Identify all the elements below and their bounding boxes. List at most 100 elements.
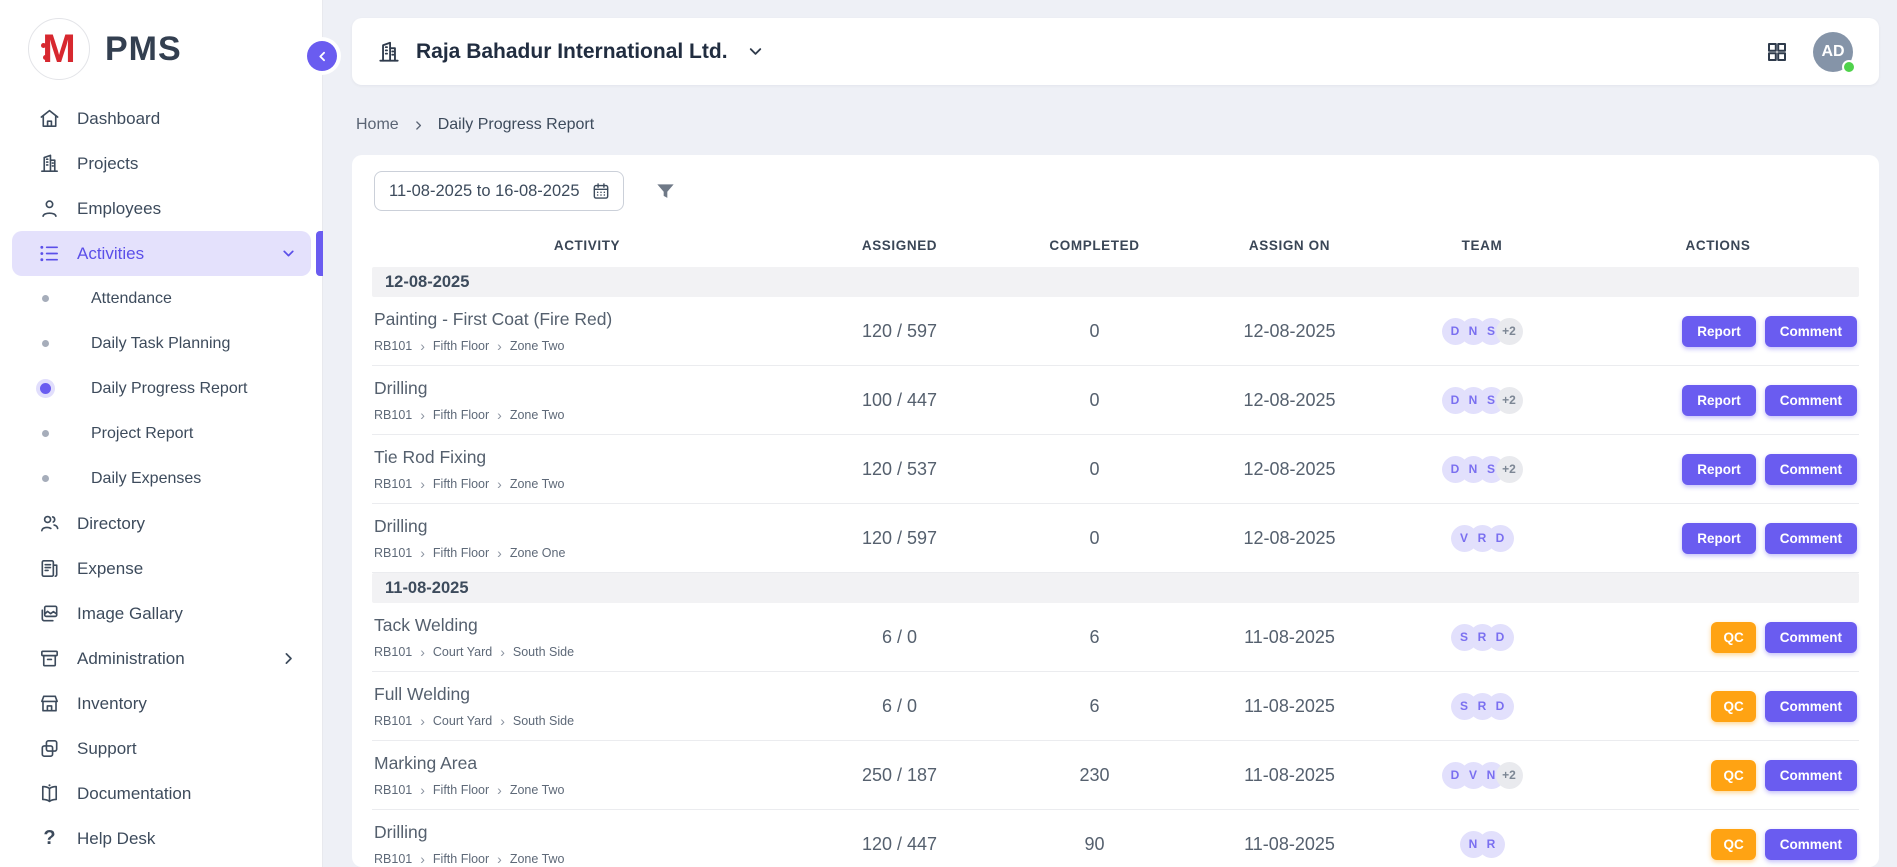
archive-icon <box>38 647 61 670</box>
user-avatar[interactable]: AD <box>1813 32 1853 72</box>
bullet-icon <box>42 475 49 482</box>
assigned-value: 120 / 537 <box>802 459 997 480</box>
activity-location: RB101›Court Yard›South Side <box>374 645 802 659</box>
location-segment: RB101 <box>374 546 412 560</box>
table-body: 12-08-2025 Painting - First Coat (Fire R… <box>372 267 1859 867</box>
assign-on-date: 11-08-2025 <box>1192 627 1387 648</box>
assign-on-date: 12-08-2025 <box>1192 390 1387 411</box>
comment-button[interactable]: Comment <box>1765 316 1857 347</box>
qc-button[interactable]: QC <box>1711 691 1755 722</box>
chevron-right-icon: › <box>420 716 425 726</box>
completed-value: 6 <box>997 627 1192 648</box>
report-button[interactable]: Report <box>1682 454 1756 485</box>
comment-button[interactable]: Comment <box>1765 829 1857 860</box>
content-card: 11-08-2025 to 16-08-2025 ACTIVITYASSIGNE… <box>352 155 1879 867</box>
team-member-avatar: D <box>1487 624 1514 651</box>
main-area: Raja Bahadur International Ltd. AD Home … <box>323 0 1897 867</box>
filter-funnel-icon[interactable] <box>654 180 677 203</box>
row-actions: Report Comment <box>1577 385 1859 416</box>
team-avatars: DNS+2 <box>1387 318 1577 345</box>
company-selector[interactable]: Raja Bahadur International Ltd. <box>376 39 765 65</box>
receipt-icon <box>38 557 61 580</box>
assigned-value: 6 / 0 <box>802 627 997 648</box>
comment-button[interactable]: Comment <box>1765 760 1857 791</box>
qc-button[interactable]: QC <box>1711 829 1755 860</box>
activity-title: Drilling <box>374 378 802 399</box>
qc-button[interactable]: QC <box>1711 760 1755 791</box>
sidebar-item-help-desk[interactable]: ?Help Desk <box>12 816 311 861</box>
report-button[interactable]: Report <box>1682 316 1756 347</box>
team-member-avatar: D <box>1487 693 1514 720</box>
sidebar-item-employees[interactable]: Employees <box>12 186 311 231</box>
building-icon <box>376 39 402 65</box>
sidebar-item-inventory[interactable]: Inventory <box>12 681 311 726</box>
sidebar-subitem-project-report[interactable]: Project Report <box>12 411 311 456</box>
sidebar-item-image-gallary[interactable]: Image Gallary <box>12 591 311 636</box>
chevron-right-icon: › <box>420 854 425 864</box>
sidebar-subitem-attendance[interactable]: Attendance <box>12 276 311 321</box>
location-segment: South Side <box>513 645 574 659</box>
activity-title: Tie Rod Fixing <box>374 447 802 468</box>
date-range-input[interactable]: 11-08-2025 to 16-08-2025 <box>374 171 624 211</box>
breadcrumb-home-link[interactable]: Home <box>356 116 399 134</box>
list-icon <box>38 242 61 265</box>
app-logo: M PMS <box>0 12 323 92</box>
comment-button[interactable]: Comment <box>1765 454 1857 485</box>
team-avatars: DNS+2 <box>1387 387 1577 414</box>
sidebar-item-activities[interactable]: Activities <box>12 231 311 276</box>
people-icon <box>38 512 61 535</box>
assign-on-date: 11-08-2025 <box>1192 765 1387 786</box>
location-segment: Court Yard <box>433 645 492 659</box>
sidebar-item-documentation[interactable]: Documentation <box>12 771 311 816</box>
chevron-right-icon: › <box>500 716 505 726</box>
book-icon <box>38 782 61 805</box>
sidebar-item-dashboard[interactable]: Dashboard <box>12 96 311 141</box>
location-segment: Zone One <box>510 546 566 560</box>
assign-on-date: 11-08-2025 <box>1192 696 1387 717</box>
table-row: Full Welding RB101›Court Yard›South Side… <box>372 672 1859 741</box>
qc-button[interactable]: QC <box>1711 622 1755 653</box>
table-row: Drilling RB101›Fifth Floor›Zone Two 100 … <box>372 366 1859 435</box>
report-button[interactable]: Report <box>1682 385 1756 416</box>
assigned-value: 6 / 0 <box>802 696 997 717</box>
chevron-right-icon <box>280 650 297 667</box>
chevron-right-icon: › <box>500 647 505 657</box>
row-actions: QC Comment <box>1577 829 1859 860</box>
report-button[interactable]: Report <box>1682 523 1756 554</box>
location-segment: South Side <box>513 714 574 728</box>
chevron-right-icon: › <box>497 548 502 558</box>
table-row: Drilling RB101›Fifth Floor›Zone One 120 … <box>372 504 1859 573</box>
company-name: Raja Bahadur International Ltd. <box>416 40 728 64</box>
table-header-row: ACTIVITYASSIGNEDCOMPLETEDASSIGN ONTEAMAC… <box>372 223 1859 267</box>
chevron-right-icon: › <box>420 548 425 558</box>
sidebar-subitem-daily-progress-report[interactable]: Daily Progress Report <box>12 366 311 411</box>
location-segment: RB101 <box>374 852 412 866</box>
building-icon <box>38 152 61 175</box>
assign-on-date: 12-08-2025 <box>1192 459 1387 480</box>
sidebar-item-directory[interactable]: Directory <box>12 501 311 546</box>
topbar-actions: AD <box>1765 32 1853 72</box>
sidebar-item-expense[interactable]: Expense <box>12 546 311 591</box>
apps-grid-icon[interactable] <box>1765 40 1789 64</box>
sidebar-item-administration[interactable]: Administration <box>12 636 311 681</box>
completed-value: 0 <box>997 528 1192 549</box>
bullet-icon <box>42 340 49 347</box>
sidebar: M PMS DashboardProjectsEmployeesActiviti… <box>0 0 323 867</box>
sidebar-subitem-daily-task-planning[interactable]: Daily Task Planning <box>12 321 311 366</box>
activity-location: RB101›Fifth Floor›Zone Two <box>374 783 802 797</box>
activity-location: RB101›Court Yard›South Side <box>374 714 802 728</box>
sidebar-item-support[interactable]: Support <box>12 726 311 771</box>
sidebar-collapse-button[interactable] <box>307 41 337 71</box>
assigned-value: 120 / 447 <box>802 834 997 855</box>
breadcrumb: Home Daily Progress Report <box>352 85 1879 155</box>
sidebar-item-projects[interactable]: Projects <box>12 141 311 186</box>
sidebar-subitem-daily-expenses[interactable]: Daily Expenses <box>12 456 311 501</box>
location-segment: Fifth Floor <box>433 408 489 422</box>
comment-button[interactable]: Comment <box>1765 385 1857 416</box>
completed-value: 6 <box>997 696 1192 717</box>
comment-button[interactable]: Comment <box>1765 622 1857 653</box>
chevron-down-icon <box>746 42 765 61</box>
comment-button[interactable]: Comment <box>1765 523 1857 554</box>
completed-value: 0 <box>997 321 1192 342</box>
comment-button[interactable]: Comment <box>1765 691 1857 722</box>
